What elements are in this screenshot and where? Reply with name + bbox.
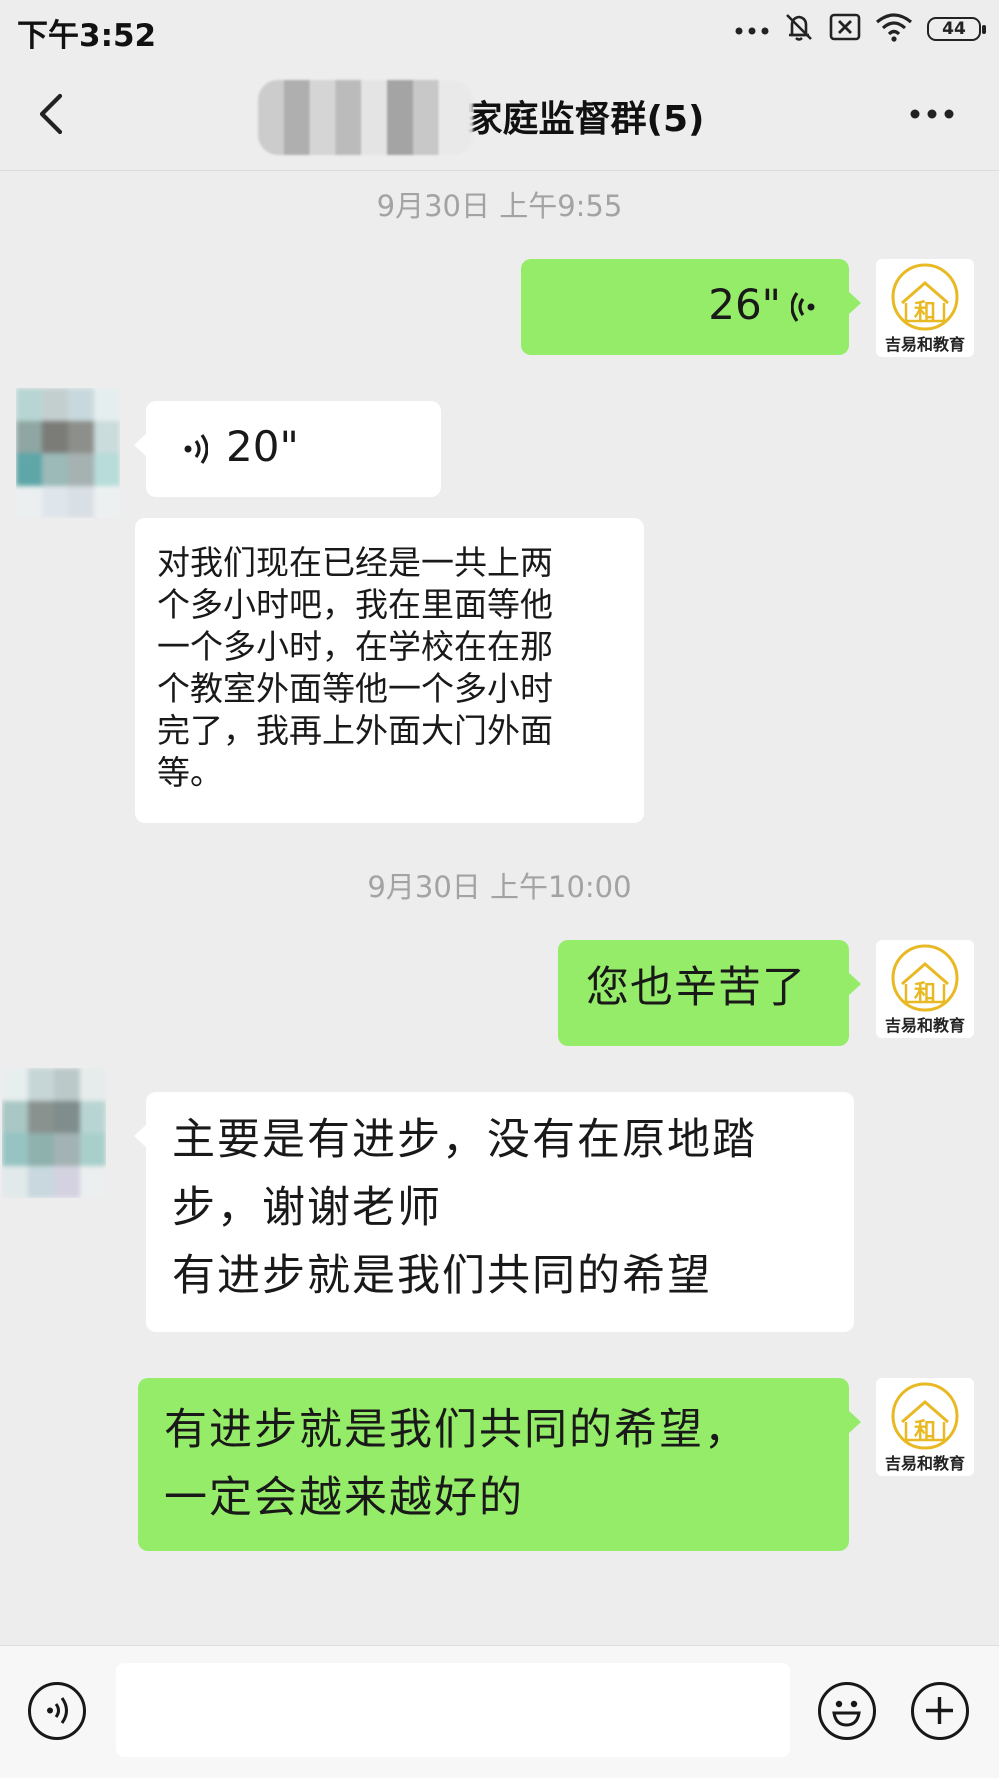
- avatar-glyph: 和: [914, 300, 936, 325]
- voice-duration: 26": [708, 280, 781, 329]
- voice-duration: 20": [226, 422, 299, 471]
- message-bubble[interactable]: 主要是有进步，没有在原地踏 步，谢谢老师 有进步就是我们共同的希望: [134, 1092, 854, 1332]
- message-line: 有进步就是我们共同的希望，: [164, 1405, 749, 1455]
- message-line: 个教室外面等他一个多小时: [157, 669, 553, 708]
- timestamp: 9月30日 上午9:55: [376, 189, 623, 223]
- avatar-label: 吉易和教育: [885, 1454, 965, 1473]
- message-bubble[interactable]: 您也辛苦了: [558, 940, 861, 1046]
- avatar[interactable]: 和 吉易和教育: [876, 940, 974, 1038]
- message-text: 您也辛苦了: [586, 963, 806, 1013]
- avatar-label: 吉易和教育: [885, 335, 965, 354]
- message-line: 主要是有进步，没有在原地踏: [172, 1115, 757, 1165]
- avatar-glyph: 和: [914, 1419, 936, 1444]
- no-sim-icon: [829, 13, 861, 45]
- avatar[interactable]: [2, 1068, 106, 1198]
- voice-wave-icon: [180, 431, 209, 471]
- message-line: 一个多小时，在学校在在那: [157, 627, 553, 666]
- chat-title: 家庭监督群(5): [466, 99, 705, 140]
- message-line: 步，谢谢老师: [172, 1183, 442, 1233]
- status-icons: 44: [735, 11, 986, 47]
- message-input[interactable]: [116, 1663, 790, 1757]
- voice-message-bubble[interactable]: 20": [134, 401, 441, 497]
- title-bar: 家庭监督群(5): [0, 60, 999, 171]
- timestamp: 9月30日 上午10:00: [367, 870, 632, 904]
- message-line: 对我们现在已经是一共上两: [157, 543, 553, 582]
- plus-icon[interactable]: [911, 1682, 969, 1740]
- more-icon[interactable]: [909, 106, 955, 120]
- message-line: 有进步就是我们共同的希望: [172, 1251, 712, 1301]
- mute-bell-icon: [783, 11, 815, 47]
- message-line: 一定会越来越好的: [164, 1473, 524, 1523]
- wifi-icon: [875, 12, 913, 46]
- voice-message-bubble[interactable]: 26": [521, 259, 861, 355]
- blurred-group-name: [258, 80, 473, 155]
- avatar[interactable]: [16, 388, 120, 518]
- voice-transcript-bubble[interactable]: 对我们现在已经是一共上两 个多小时吧，我在里面等他 一个多小时，在学校在在那 个…: [135, 518, 644, 823]
- status-bar: 下午3:52 44: [0, 0, 999, 60]
- status-time: 下午3:52: [17, 18, 157, 54]
- avatar[interactable]: 和 吉易和教育: [876, 259, 974, 357]
- message-bubble[interactable]: 有进步就是我们共同的希望， 一定会越来越好的: [138, 1378, 861, 1551]
- message-line: 完了，我再上外面大门外面: [157, 711, 553, 750]
- avatar[interactable]: 和 吉易和教育: [876, 1378, 974, 1476]
- avatar-glyph: 和: [914, 981, 936, 1006]
- voice-wave-icon: [790, 289, 819, 329]
- more-dots-icon: [735, 20, 769, 39]
- message-line: 等。: [157, 753, 223, 792]
- input-bar: [0, 1645, 999, 1778]
- message-line: 个多小时吧，我在里面等他: [157, 585, 553, 624]
- voice-input-icon[interactable]: [28, 1682, 86, 1740]
- battery-icon: 44: [927, 17, 986, 41]
- emoji-icon[interactable]: [818, 1682, 876, 1740]
- avatar-label: 吉易和教育: [885, 1016, 965, 1035]
